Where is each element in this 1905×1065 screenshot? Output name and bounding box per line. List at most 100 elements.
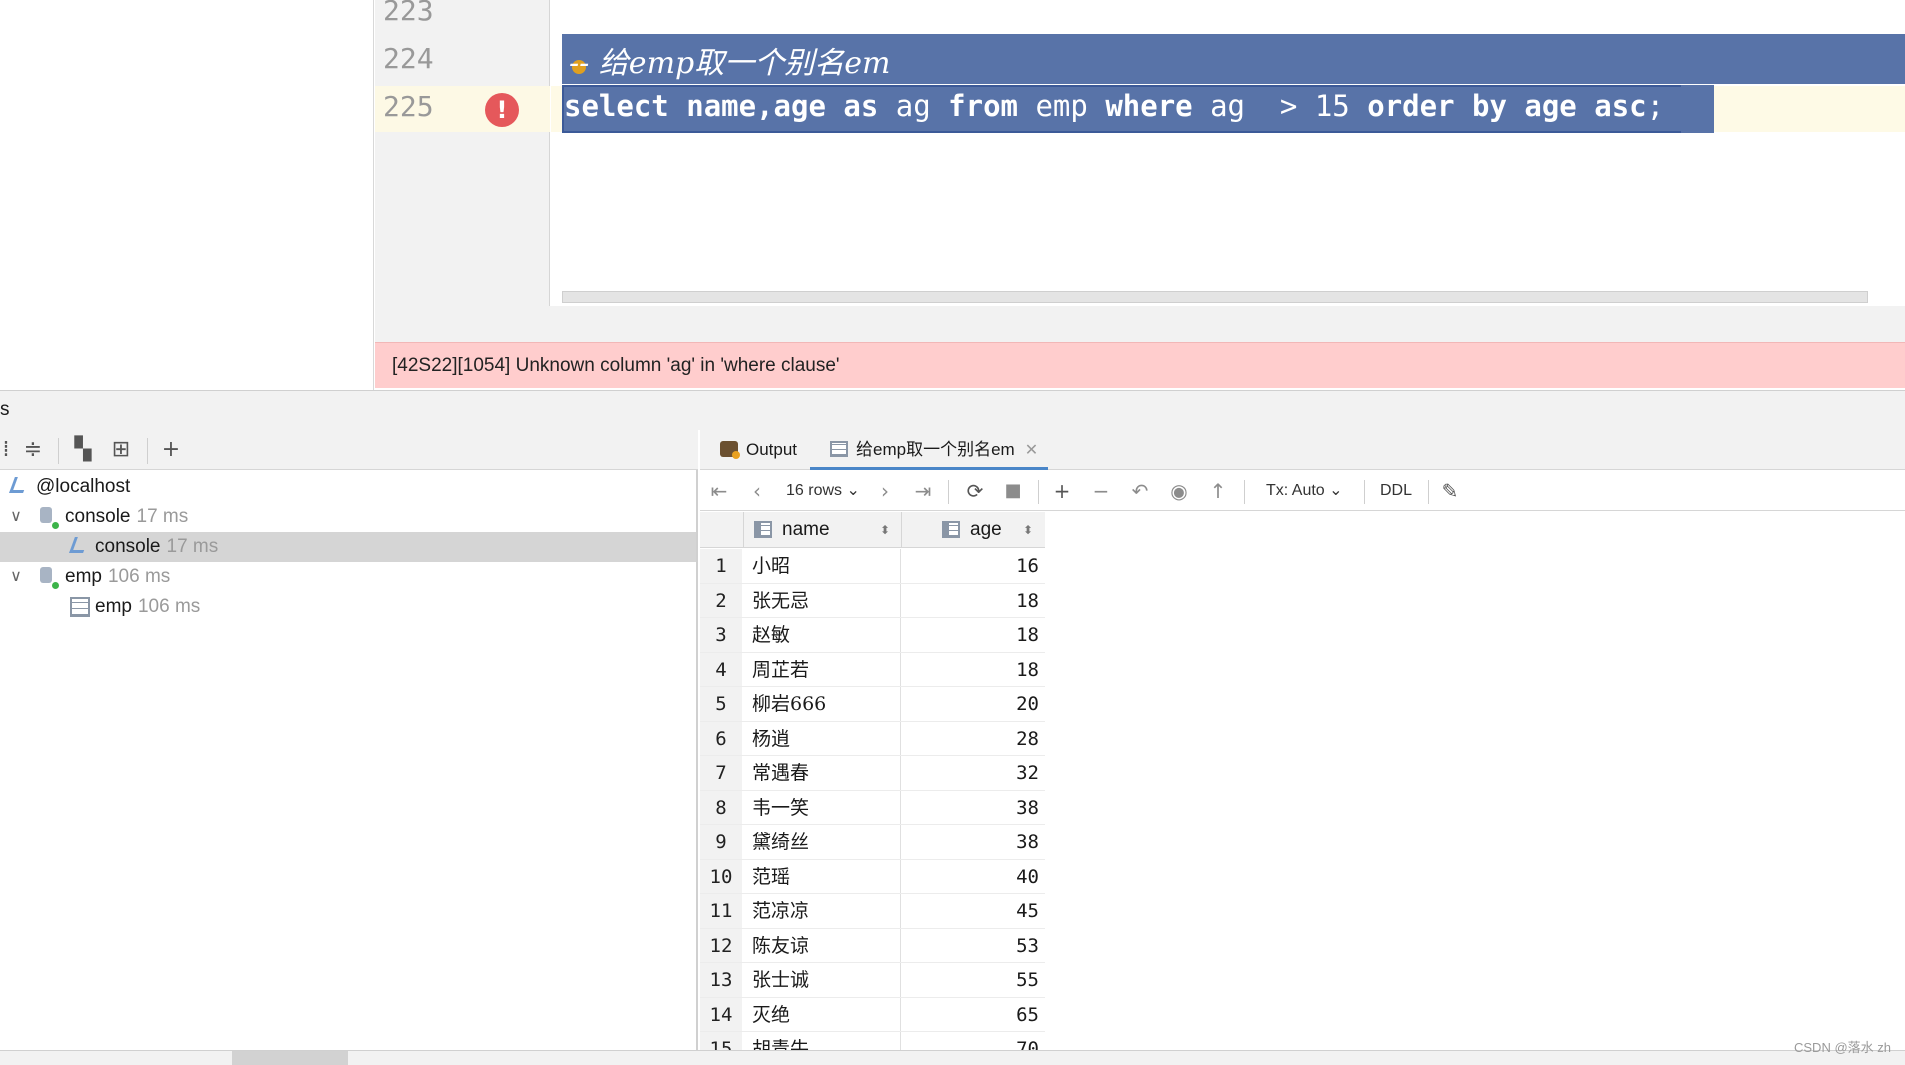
delete-row-icon[interactable]: − xyxy=(1089,477,1113,505)
cell-name[interactable]: 杨逍 xyxy=(744,721,901,755)
error-icon[interactable]: ! xyxy=(485,93,519,127)
cell-age[interactable]: 28 xyxy=(902,722,1045,756)
sql-editor[interactable]: 223 224 225 ! -- 给emp取一个别名em select name… xyxy=(0,0,1905,390)
table-row[interactable]: 12 陈友谅 53 xyxy=(700,928,1045,963)
ddl-button[interactable]: DDL xyxy=(1380,477,1412,505)
cell-age[interactable]: 18 xyxy=(902,618,1045,652)
cell-name[interactable]: 常遇春 xyxy=(744,756,901,790)
cell-age[interactable]: 18 xyxy=(902,653,1045,687)
sort-icon[interactable]: ⬍ xyxy=(880,512,890,548)
table-row[interactable]: 13 张士诚 55 xyxy=(700,963,1045,998)
horizontal-scrollbar[interactable] xyxy=(562,291,1868,303)
tree-item-emp-group[interactable]: ∨ emp 106 ms xyxy=(0,562,696,592)
cell-age[interactable]: 20 xyxy=(902,687,1045,721)
cell-name[interactable]: 范瑶 xyxy=(744,859,901,893)
cell-age[interactable]: 40 xyxy=(902,860,1045,894)
table-row[interactable]: 4 周芷若 18 xyxy=(700,652,1045,687)
tx-mode-selector[interactable]: Tx: Auto ⌄ xyxy=(1266,477,1343,505)
cell-name[interactable]: 韦一笑 xyxy=(744,790,901,824)
tree-item-console-group[interactable]: ∨ console 17 ms xyxy=(0,502,696,532)
tree-item-name: console xyxy=(95,536,161,557)
services-tree-panel: ⁞ ≑ ▚ ⊞ + @localhost ∨ console 17 ms cons… xyxy=(0,430,698,1050)
table-row[interactable]: 11 范凉凉 45 xyxy=(700,894,1045,929)
row-number: 9 xyxy=(700,825,742,859)
table-row[interactable]: 10 范瑶 40 xyxy=(700,859,1045,894)
cell-name[interactable]: 范凉凉 xyxy=(744,894,901,928)
cell-age[interactable]: 45 xyxy=(902,894,1045,928)
sort-icon[interactable]: ⬍ xyxy=(1023,512,1033,548)
close-icon[interactable]: ✕ xyxy=(1025,442,1038,459)
table-row[interactable]: 7 常遇春 32 xyxy=(700,756,1045,791)
grid-header: name ⬍ age ⬍ xyxy=(700,512,1045,548)
table-row[interactable]: 3 赵敏 18 xyxy=(700,618,1045,653)
prev-page-icon[interactable]: ‹ xyxy=(746,477,768,505)
table-row[interactable]: 8 韦一笑 38 xyxy=(700,790,1045,825)
row-number: 12 xyxy=(700,928,742,962)
add-row-icon[interactable]: + xyxy=(1050,477,1074,505)
code-area[interactable]: -- 给emp取一个别名em select name,age as ag fro… xyxy=(551,0,1905,306)
chevron-down-icon[interactable]: ∨ xyxy=(6,502,26,532)
column-header-name[interactable]: name ⬍ xyxy=(744,512,902,548)
column-header-age[interactable]: age ⬍ xyxy=(902,512,1045,548)
collapse-all-icon[interactable]: ≑ xyxy=(19,436,47,464)
chevron-down-icon: ⌄ xyxy=(1329,482,1343,499)
tab-query-result-label: 给emp取一个别名em xyxy=(856,440,1015,459)
chevron-down-icon[interactable]: ∨ xyxy=(6,562,26,592)
cell-name[interactable]: 周芷若 xyxy=(744,652,901,686)
refresh-icon[interactable]: ⟳ xyxy=(962,477,988,505)
table-row[interactable]: 6 杨逍 28 xyxy=(700,721,1045,756)
cell-age[interactable]: 55 xyxy=(902,963,1045,997)
tab-output[interactable]: Output xyxy=(720,430,797,470)
cell-name[interactable]: 灭绝 xyxy=(744,997,901,1031)
editor-bottom-strip xyxy=(375,306,1905,342)
group-by-icon[interactable]: ▚ xyxy=(69,436,97,464)
row-number: 5 xyxy=(700,687,742,721)
next-page-icon[interactable]: › xyxy=(874,477,896,505)
cell-age[interactable]: 38 xyxy=(902,825,1045,859)
rows-count-selector[interactable]: 16 rows ⌄ xyxy=(786,477,860,505)
new-tab-icon[interactable]: ⊞ xyxy=(107,436,135,464)
cell-age[interactable]: 16 xyxy=(902,549,1045,583)
cell-name[interactable]: 柳岩666 xyxy=(744,687,901,721)
cell-age[interactable]: 18 xyxy=(902,584,1045,618)
table-row[interactable]: 2 张无忌 18 xyxy=(700,583,1045,618)
sql-token: where xyxy=(1105,89,1193,123)
tab-query-result[interactable]: 给emp取一个别名em ✕ xyxy=(810,430,1049,470)
bottom-tab-problems[interactable] xyxy=(120,1051,220,1065)
submit-icon[interactable]: ↑ xyxy=(1206,477,1230,505)
table-row[interactable]: 5 柳岩666 20 xyxy=(700,687,1045,722)
bottom-tab-todo[interactable] xyxy=(20,1051,100,1065)
cell-name[interactable]: 赵敏 xyxy=(744,618,901,652)
row-number: 10 xyxy=(700,859,742,893)
bottom-tab-services[interactable] xyxy=(232,1051,348,1065)
cell-age[interactable]: 53 xyxy=(902,929,1045,963)
cell-name[interactable]: 小昭 xyxy=(744,549,901,583)
table-row[interactable]: 14 灭绝 65 xyxy=(700,997,1045,1032)
tree-item-localhost[interactable]: @localhost xyxy=(0,472,696,502)
revert-icon[interactable]: ↶ xyxy=(1128,477,1152,505)
pin-icon[interactable]: ✎ xyxy=(1438,477,1462,505)
selection-semicolon xyxy=(1681,85,1714,133)
toolbar-separator xyxy=(147,438,148,464)
expand-all-icon[interactable]: ⁞ xyxy=(0,436,20,464)
cell-name[interactable]: 张无忌 xyxy=(744,583,901,617)
cell-age[interactable]: 32 xyxy=(902,756,1045,790)
last-page-icon[interactable]: ⇥ xyxy=(912,477,934,505)
tree-item-name: console xyxy=(65,506,131,527)
sql-token: age asc xyxy=(1524,89,1647,123)
cell-name[interactable]: 张士诚 xyxy=(744,963,901,997)
cell-age[interactable]: 38 xyxy=(902,791,1045,825)
cell-age[interactable]: 65 xyxy=(902,998,1045,1032)
row-number: 8 xyxy=(700,790,742,824)
add-service-icon[interactable]: + xyxy=(157,436,185,464)
cell-name[interactable]: 黛绮丝 xyxy=(744,825,901,859)
stop-icon[interactable]: ■ xyxy=(1002,477,1024,505)
tree-item-console[interactable]: console 17 ms xyxy=(0,532,696,562)
tree-item-emp[interactable]: emp 106 ms xyxy=(0,592,696,622)
first-page-icon[interactable]: ⇤ xyxy=(708,477,730,505)
cell-name[interactable]: 陈友谅 xyxy=(744,928,901,962)
table-row[interactable]: 1 小昭 16 xyxy=(700,549,1045,584)
table-row[interactable]: 9 黛绮丝 38 xyxy=(700,825,1045,860)
preview-changes-icon[interactable]: ◉ xyxy=(1167,477,1191,505)
